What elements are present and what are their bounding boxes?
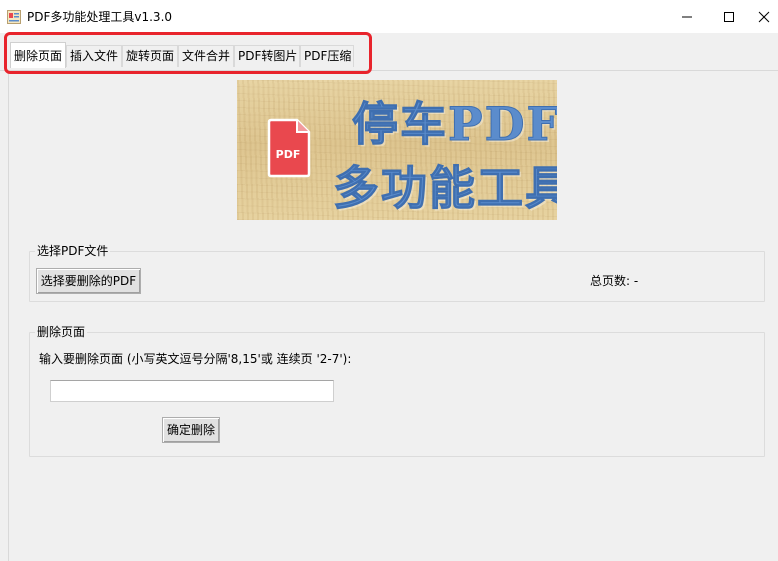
tab-bar: 删除页面 插入文件 旋转页面 文件合并 PDF转图片 PDF压缩 [0,33,778,71]
tab-pdf-to-image[interactable]: PDF转图片 [234,45,300,67]
tab-merge-files[interactable]: 文件合并 [178,45,234,67]
pdf-file-icon: PDF [267,118,311,178]
delete-instruction-label: 输入要删除页面 (小写英文逗号分隔'8,15'或 连续页 '2-7'): [39,352,352,366]
pdf-icon-label: PDF [276,148,301,161]
maximize-button[interactable] [706,0,752,33]
page-count-label: 总页数: - [590,274,639,288]
app-window: PDF多功能处理工具v1.3.0 删除页面 插入文件 旋转页面 文件合并 PDF… [0,0,778,561]
banner-title-line1: 停车PDF [352,97,558,152]
delete-pages-input[interactable] [50,380,334,402]
banner-title-line2: 多功能工具 [333,161,558,216]
close-button[interactable] [750,0,778,33]
close-icon [758,11,770,22]
title-bar: PDF多功能处理工具v1.3.0 [0,0,778,33]
tab-insert-file[interactable]: 插入文件 [66,45,122,67]
minimize-button[interactable] [664,0,710,33]
maximize-icon [724,11,734,22]
banner-image: PDF 停车PDF 多功能工具 [237,80,557,220]
app-icon [7,10,21,24]
minimize-icon [682,16,692,17]
select-pdf-group-title: 选择PDF文件 [35,244,111,258]
select-pdf-button[interactable]: 选择要删除的PDF [36,268,141,294]
window-title: PDF多功能处理工具v1.3.0 [27,10,173,24]
tab-pdf-compress[interactable]: PDF压缩 [300,45,354,67]
confirm-delete-button[interactable]: 确定删除 [162,417,220,443]
tab-rotate-pages[interactable]: 旋转页面 [122,45,178,67]
tab-delete-pages[interactable]: 删除页面 [10,42,66,68]
delete-pages-group-title: 删除页面 [35,325,88,339]
